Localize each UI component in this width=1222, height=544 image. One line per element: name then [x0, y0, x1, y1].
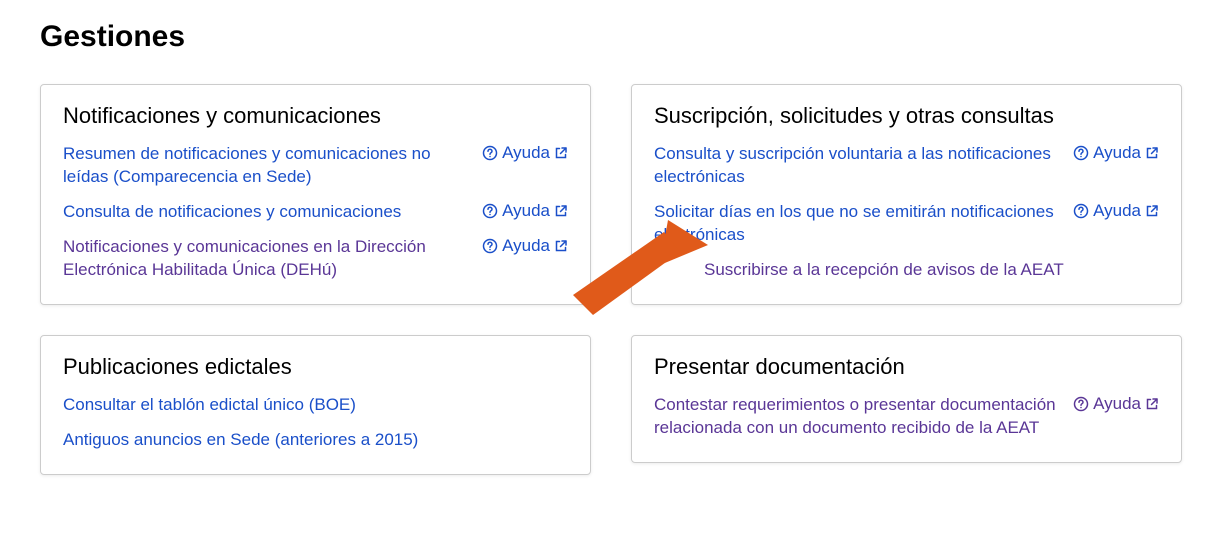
- link-solicitar-dias[interactable]: Solicitar días en los que no se emitirán…: [654, 201, 1061, 247]
- help-link[interactable]: Ayuda: [1073, 143, 1159, 163]
- link-resumen-notificaciones[interactable]: Resumen de notificaciones y comunicacion…: [63, 143, 470, 189]
- list-item: Resumen de notificaciones y comunicacion…: [63, 143, 568, 189]
- link-anuncios-antiguos[interactable]: Antiguos anuncios en Sede (anteriores a …: [63, 429, 568, 452]
- external-link-icon: [554, 239, 568, 253]
- help-link[interactable]: Ayuda: [1073, 201, 1159, 221]
- card-suscripcion: Suscripción, solicitudes y otras consult…: [631, 84, 1182, 305]
- card-presentar: Presentar documentación Contestar requer…: [631, 335, 1182, 463]
- question-circle-icon: [1073, 396, 1089, 412]
- card-title: Publicaciones edictales: [63, 354, 568, 380]
- right-column: Suscripción, solicitudes y otras consult…: [631, 84, 1182, 475]
- link-dehu[interactable]: Notificaciones y comunicaciones en la Di…: [63, 236, 470, 282]
- external-link-icon: [1145, 397, 1159, 411]
- card-publicaciones: Publicaciones edictales Consultar el tab…: [40, 335, 591, 475]
- question-circle-icon: [482, 203, 498, 219]
- list-item: Suscribirse a la recepción de avisos de …: [654, 259, 1159, 282]
- card-title: Presentar documentación: [654, 354, 1159, 380]
- external-link-icon: [1145, 204, 1159, 218]
- cards-container: Notificaciones y comunicaciones Resumen …: [40, 84, 1182, 475]
- card-notificaciones: Notificaciones y comunicaciones Resumen …: [40, 84, 591, 305]
- list-item: Consulta de notificaciones y comunicacio…: [63, 201, 568, 224]
- link-tablon-boe[interactable]: Consultar el tablón edictal único (BOE): [63, 394, 568, 417]
- card-title: Notificaciones y comunicaciones: [63, 103, 568, 129]
- help-label: Ayuda: [502, 201, 550, 221]
- question-circle-icon: [482, 238, 498, 254]
- external-link-icon: [1145, 146, 1159, 160]
- help-label: Ayuda: [1093, 143, 1141, 163]
- help-link[interactable]: Ayuda: [482, 143, 568, 163]
- card-title: Suscripción, solicitudes y otras consult…: [654, 103, 1159, 129]
- help-link[interactable]: Ayuda: [482, 201, 568, 221]
- list-item: Antiguos anuncios en Sede (anteriores a …: [63, 429, 568, 452]
- list-item: Solicitar días en los que no se emitirán…: [654, 201, 1159, 247]
- help-label: Ayuda: [1093, 394, 1141, 414]
- page-title: Gestiones: [40, 20, 1182, 54]
- left-column: Notificaciones y comunicaciones Resumen …: [40, 84, 591, 475]
- list-item: Contestar requerimientos o presentar doc…: [654, 394, 1159, 440]
- help-label: Ayuda: [1093, 201, 1141, 221]
- external-link-icon: [554, 146, 568, 160]
- list-item: Notificaciones y comunicaciones en la Di…: [63, 236, 568, 282]
- question-circle-icon: [482, 145, 498, 161]
- help-label: Ayuda: [502, 236, 550, 256]
- link-consulta-notificaciones[interactable]: Consulta de notificaciones y comunicacio…: [63, 201, 470, 224]
- list-item: Consultar el tablón edictal único (BOE): [63, 394, 568, 417]
- help-label: Ayuda: [502, 143, 550, 163]
- link-contestar-requerimientos[interactable]: Contestar requerimientos o presentar doc…: [654, 394, 1061, 440]
- list-item: Consulta y suscripción voluntaria a las …: [654, 143, 1159, 189]
- help-link[interactable]: Ayuda: [482, 236, 568, 256]
- external-link-icon: [554, 204, 568, 218]
- help-link[interactable]: Ayuda: [1073, 394, 1159, 414]
- link-suscripcion-voluntaria[interactable]: Consulta y suscripción voluntaria a las …: [654, 143, 1061, 189]
- question-circle-icon: [1073, 203, 1089, 219]
- link-suscribirse-avisos[interactable]: Suscribirse a la recepción de avisos de …: [704, 259, 1159, 282]
- question-circle-icon: [1073, 145, 1089, 161]
